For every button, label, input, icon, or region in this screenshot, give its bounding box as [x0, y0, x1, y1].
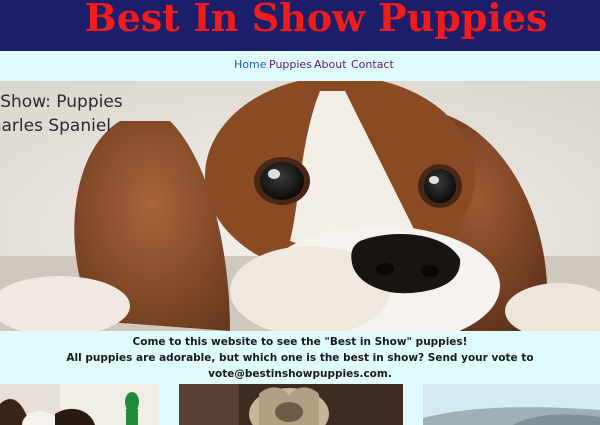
intro-line2: All puppies are adorable, but which one … [66, 352, 534, 380]
nav-contact-link[interactable]: Contact [351, 58, 394, 71]
puppy-thumbnail-2[interactable] [179, 384, 403, 425]
puppy-photo-3 [423, 384, 600, 425]
intro-line1: Come to this website to see the "Best in… [132, 336, 468, 348]
hero-caption: Best In Show: Puppies King Charles Spani… [0, 90, 123, 138]
intro-text: Come to this website to see the "Best in… [0, 334, 600, 382]
hero-slide[interactable]: Best In Show: Puppies King Charles Spani… [0, 81, 600, 331]
nav-puppies-link[interactable]: Puppies [269, 58, 312, 71]
nav-about-link[interactable]: About [314, 58, 347, 71]
puppy-photo-2 [179, 384, 403, 425]
nav-home-link[interactable]: Home [234, 58, 266, 71]
main-nav: Home Puppies About Contact [0, 51, 600, 81]
site-title: Best In Show Puppies [84, 0, 548, 40]
hero-caption-line2: King Charles Spaniel [0, 116, 112, 136]
site-header: Best In Show Puppies [0, 0, 600, 51]
hero-caption-line1: Best In Show: Puppies [0, 92, 123, 112]
puppy-thumbnail-1[interactable] [0, 384, 159, 425]
puppy-thumbnail-3[interactable] [423, 384, 600, 425]
puppy-photo-1 [0, 384, 159, 425]
